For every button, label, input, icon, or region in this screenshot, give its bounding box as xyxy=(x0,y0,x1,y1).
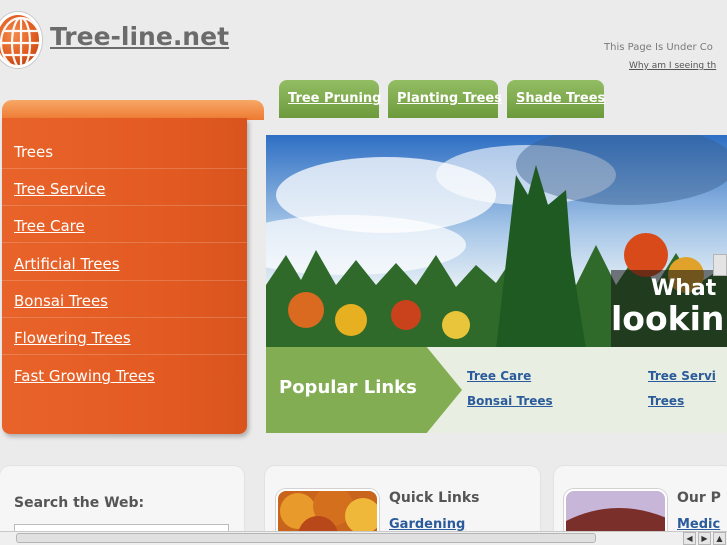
under-construction-text: This Page Is Under Co xyxy=(604,42,713,53)
menu-item-artificial-trees[interactable]: Artificial Trees xyxy=(2,244,247,281)
hero-caption-line1: What xyxy=(651,276,717,301)
scroll-left-arrow-icon[interactable]: ◀ xyxy=(683,532,696,545)
popular-link-tree-care[interactable]: Tree Care xyxy=(467,369,531,383)
our-card-title: Our P xyxy=(677,490,721,506)
why-seeing-link[interactable]: Why am I seeing th xyxy=(629,61,716,71)
horizontal-scroll-thumb[interactable] xyxy=(16,533,596,543)
menu-item-tree-service[interactable]: Tree Service xyxy=(2,169,247,206)
tab-tree-pruning[interactable]: Tree Pruning xyxy=(279,80,381,118)
our-card-link[interactable]: Medic xyxy=(677,517,720,532)
quick-links-title: Quick Links xyxy=(389,490,480,506)
hero-caption-line2: lookin xyxy=(611,299,725,338)
tab-planting-trees[interactable]: Planting Trees xyxy=(388,80,502,118)
menu-item-bonsai-trees[interactable]: Bonsai Trees xyxy=(2,281,247,318)
tab-shade-trees[interactable]: Shade Trees xyxy=(507,80,605,118)
menu-item-fast-growing-trees[interactable]: Fast Growing Trees xyxy=(2,356,247,393)
menu-item-tree-care[interactable]: Tree Care xyxy=(2,206,247,243)
popular-link-tree-service[interactable]: Tree Servi xyxy=(648,369,716,383)
menu-cap xyxy=(2,100,264,120)
scroll-right-arrow-icon[interactable]: ▶ xyxy=(698,532,711,545)
category-menu: Trees Tree Service Tree Care Artificial … xyxy=(2,118,247,434)
search-card-title: Search the Web: xyxy=(14,495,145,511)
vertical-scroll-grip[interactable] xyxy=(713,254,727,276)
popular-link-trees[interactable]: Trees xyxy=(648,394,684,408)
quick-link-gardening[interactable]: Gardening xyxy=(389,517,465,532)
site-logo-link[interactable]: Tree-line.net xyxy=(50,22,229,51)
menu-item-flowering-trees[interactable]: Flowering Trees xyxy=(2,318,247,355)
menu-item-trees[interactable]: Trees xyxy=(2,132,247,169)
popular-links-title: Popular Links xyxy=(279,377,417,398)
popular-link-bonsai-trees[interactable]: Bonsai Trees xyxy=(467,394,553,408)
globe-logo-icon[interactable] xyxy=(0,12,42,68)
scroll-down-arrow-icon[interactable]: ▲ xyxy=(713,532,726,545)
